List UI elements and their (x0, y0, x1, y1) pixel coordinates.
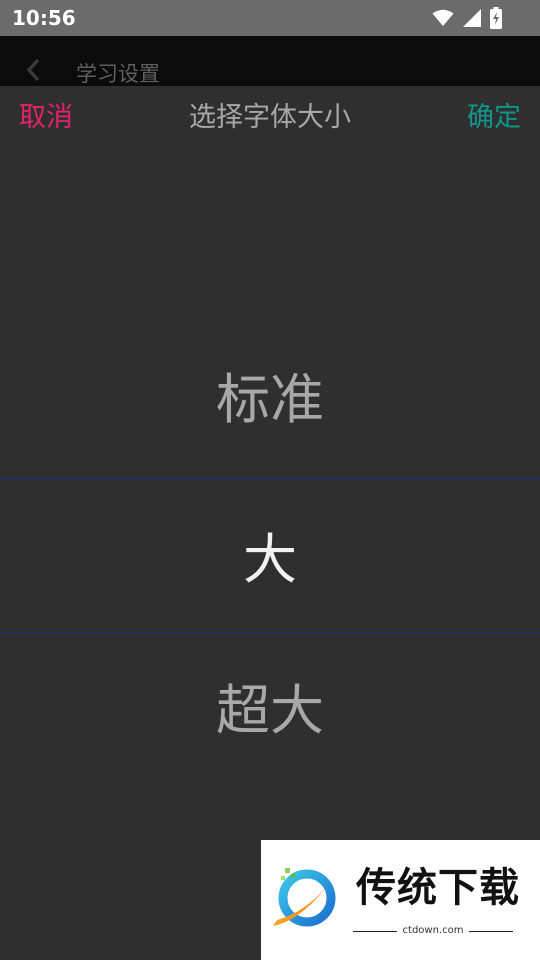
option-extra-large[interactable]: 超大 (0, 676, 540, 746)
app-title: 学习设置 (76, 62, 160, 86)
selection-line-bottom (0, 633, 540, 634)
divider (469, 931, 513, 932)
confirm-button[interactable]: 确定 (467, 100, 521, 136)
watermark-domain-row: ctdown.com (353, 924, 513, 938)
status-icons (432, 7, 502, 29)
app-bar: 学习设置 (0, 36, 540, 86)
battery-charging-icon (490, 7, 502, 29)
option-wheel[interactable]: 标准 大 超大 (0, 316, 540, 742)
signal-icon (462, 8, 482, 28)
chevron-left-icon[interactable] (26, 58, 40, 86)
picker-title: 选择字体大小 (189, 102, 351, 133)
picker-header: 取消 选择字体大小 确定 (0, 86, 540, 152)
option-standard[interactable]: 标准 (0, 365, 540, 435)
ctdown-logo-icon (269, 862, 343, 940)
screen: 10:56 学习设置 取消 选择字体大小 确定 标准 大 超大 传统下载 ctd… (0, 0, 540, 960)
status-bar: 10:56 (0, 0, 540, 36)
watermark-text: 传统下载 (356, 865, 520, 911)
option-large-selected[interactable]: 大 (0, 525, 540, 595)
wifi-icon (432, 9, 454, 27)
watermark: 传统下载 ctdown.com (261, 840, 540, 960)
status-time: 10:56 (12, 6, 76, 30)
font-size-picker: 取消 选择字体大小 确定 标准 大 超大 (0, 86, 540, 960)
selection-line-top (0, 478, 540, 479)
